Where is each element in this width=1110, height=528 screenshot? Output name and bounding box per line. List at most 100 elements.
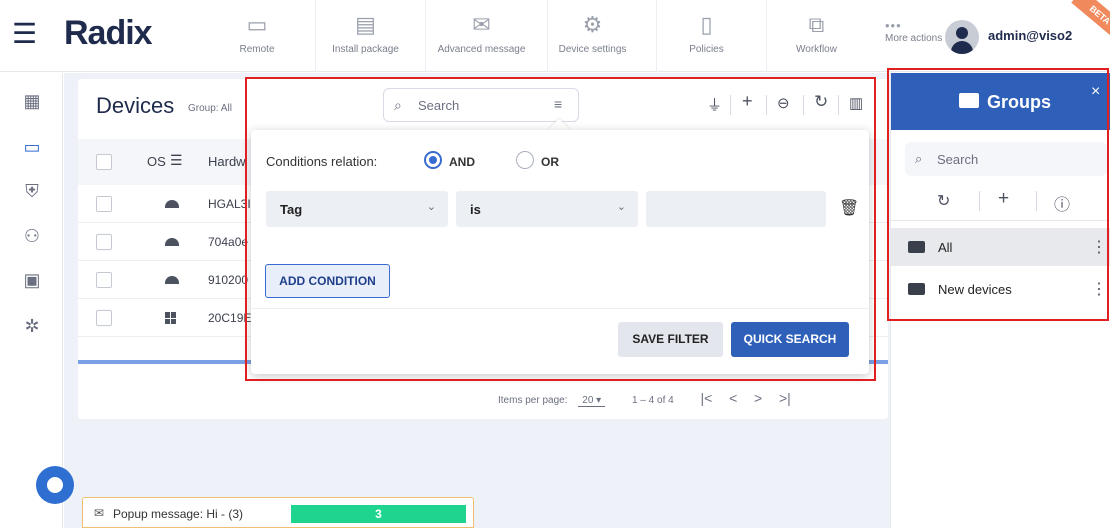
- nav-label: Policies: [689, 44, 724, 55]
- first-page-icon[interactable]: |<: [700, 390, 712, 406]
- hardware-cell: 910200: [208, 273, 249, 287]
- columns-icon[interactable]: ▥: [849, 94, 863, 112]
- field-select[interactable]: Tag ⌄: [266, 191, 448, 227]
- nav-label: Install package: [332, 44, 399, 55]
- refresh-icon[interactable]: ↻: [937, 191, 950, 211]
- nav-policies[interactable]: ▯ Policies: [656, 0, 756, 72]
- chat-button[interactable]: [36, 466, 74, 504]
- page-title: Devices: [96, 93, 175, 118]
- device-search[interactable]: ⌕ Search ≡: [383, 88, 579, 122]
- settings-icon[interactable]: ✲: [22, 316, 42, 336]
- menu-icon[interactable]: ☰: [12, 20, 37, 48]
- top-bar: ☰ Radix ▭ Remote ▤ Install package ✉ Adv…: [0, 0, 1110, 72]
- username[interactable]: admin@viso2: [988, 28, 1072, 43]
- chevron-down-icon: ⌄: [616, 201, 626, 213]
- nav-workflow[interactable]: ⧉ Workflow: [766, 0, 866, 72]
- group-label: New devices: [938, 282, 1012, 297]
- package-icon: ▤: [355, 12, 376, 37]
- devices-icon[interactable]: ▭: [22, 137, 42, 157]
- more-actions[interactable]: ••• More actions: [885, 18, 942, 44]
- page-range: 1 – 4 of 4: [631, 395, 674, 406]
- windows-icon: [165, 312, 177, 324]
- row-checkbox[interactable]: [96, 234, 112, 250]
- next-page-icon[interactable]: >: [754, 390, 762, 406]
- android-icon: [165, 238, 179, 246]
- nav-label: Workflow: [796, 44, 837, 55]
- plug-icon[interactable]: ⏚: [707, 94, 722, 115]
- nav-device-settings[interactable]: ⚙ Device settings: [547, 0, 637, 72]
- value-input[interactable]: [646, 191, 826, 227]
- pagination: Items per page: 20 ▾ 1 – 4 of 4 |< < > >…: [498, 390, 791, 407]
- last-page-icon[interactable]: >|: [779, 390, 791, 406]
- items-per-page-label: Items per page:: [498, 395, 568, 406]
- group-label: All: [938, 240, 953, 255]
- filter-icon[interactable]: ≡: [554, 96, 562, 112]
- avatar[interactable]: [945, 20, 979, 54]
- search-placeholder: Search: [937, 152, 979, 167]
- operator-value: is: [470, 202, 481, 217]
- trash-icon[interactable]: 🗑: [839, 198, 859, 218]
- conditions-relation-label: Conditions relation:: [266, 154, 378, 169]
- filter-icon[interactable]: ☰: [170, 152, 183, 169]
- divider: [730, 95, 731, 115]
- field-value: Tag: [280, 202, 303, 217]
- add-condition-button[interactable]: ADD CONDITION: [265, 264, 390, 298]
- divider: [766, 95, 767, 115]
- popup-progress: 3: [291, 505, 466, 523]
- groups-header: Groups ×: [891, 73, 1110, 130]
- divider: [1036, 191, 1037, 211]
- prev-page-icon[interactable]: <: [729, 390, 737, 406]
- search-placeholder: Search: [418, 98, 460, 113]
- group-item-all[interactable]: All ⋮: [891, 228, 1110, 266]
- groups-title: Groups: [987, 92, 1052, 112]
- beta-badge: BETA: [1071, 0, 1110, 42]
- link-icon[interactable]: ⊖: [777, 94, 790, 112]
- column-hardware[interactable]: Hardw: [208, 154, 246, 169]
- group-item-new-devices[interactable]: New devices ⋮: [891, 270, 1110, 308]
- dashboard-icon[interactable]: ▦: [22, 91, 42, 111]
- nav-label: Advanced message: [437, 44, 526, 55]
- more-icon: •••: [885, 18, 902, 33]
- and-radio[interactable]: [424, 151, 442, 169]
- groups-search-input[interactable]: ⌕ Search: [905, 142, 1107, 176]
- monitor-icon: ▭: [246, 12, 268, 37]
- hardware-cell: 20C19E: [208, 311, 252, 325]
- items-per-page-select[interactable]: 20 ▾: [578, 395, 606, 407]
- add-group-icon[interactable]: +: [998, 188, 1009, 210]
- kebab-icon[interactable]: ⋮: [1091, 279, 1107, 299]
- row-checkbox[interactable]: [96, 272, 112, 288]
- divider: [979, 191, 980, 211]
- close-icon[interactable]: ×: [1091, 83, 1100, 101]
- envelope-icon: ✉: [94, 506, 105, 520]
- divider: [803, 95, 804, 115]
- save-filter-button[interactable]: SAVE FILTER: [618, 322, 723, 357]
- popup-message-bar[interactable]: ✉ Popup message: Hi - (3) 3: [82, 497, 474, 528]
- nav-remote[interactable]: ▭ Remote: [212, 0, 302, 72]
- clipboard-icon[interactable]: ▣: [22, 270, 42, 290]
- bookmark-icon: ▯: [700, 12, 713, 37]
- or-radio[interactable]: [516, 151, 534, 169]
- divider: [838, 95, 839, 115]
- gear-icon: ⚙: [582, 12, 603, 37]
- info-icon[interactable]: ⓘ: [1054, 191, 1070, 215]
- refresh-icon[interactable]: ↻: [814, 92, 828, 112]
- group-label: Group: All: [188, 103, 232, 114]
- kebab-icon[interactable]: ⋮: [1091, 237, 1107, 257]
- quick-search-button[interactable]: QUICK SEARCH: [731, 322, 849, 357]
- nav-advanced-message[interactable]: ✉ Advanced message: [425, 0, 537, 72]
- row-checkbox[interactable]: [96, 310, 112, 326]
- row-checkbox[interactable]: [96, 196, 112, 212]
- shield-icon[interactable]: ⛨: [22, 181, 42, 201]
- divider: [251, 308, 869, 309]
- nav-install-package[interactable]: ▤ Install package: [315, 0, 415, 72]
- nav-label: Device settings: [558, 44, 627, 55]
- folder-icon: [908, 241, 925, 253]
- users-icon[interactable]: ⚇: [22, 226, 42, 246]
- column-os[interactable]: OS: [147, 154, 166, 169]
- add-icon[interactable]: +: [742, 91, 753, 112]
- or-label: OR: [541, 155, 559, 169]
- filter-panel: Conditions relation: AND OR Tag ⌄ is ⌄ 🗑…: [251, 130, 869, 374]
- app-logo[interactable]: Radix: [64, 14, 153, 53]
- operator-select[interactable]: is ⌄: [456, 191, 638, 227]
- select-all-checkbox[interactable]: [96, 154, 112, 170]
